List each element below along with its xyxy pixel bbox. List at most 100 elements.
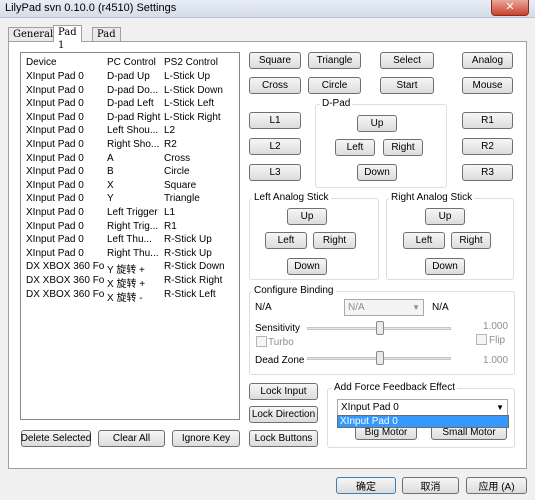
binding-select[interactable]: N/A ▼ — [344, 299, 424, 316]
lock-input-button[interactable]: Lock Input — [249, 383, 318, 400]
row-device: XInput Pad 0 — [26, 152, 84, 164]
right-stick-up-button[interactable]: Up — [425, 208, 465, 225]
dpad-up-button[interactable]: Up — [357, 115, 397, 132]
table-row[interactable]: XInput Pad 0 Left Shou... L2 — [21, 125, 239, 139]
r1-button[interactable]: R1 — [462, 112, 513, 129]
flip-checkbox[interactable] — [476, 334, 487, 345]
table-row[interactable]: XInput Pad 0 Right Thu... R-Stick Up — [21, 248, 239, 262]
binding-source-value: N/A — [255, 302, 272, 313]
turbo-checkbox[interactable] — [256, 336, 267, 347]
row-device: XInput Pad 0 — [26, 193, 84, 205]
left-stick-left-button[interactable]: Left — [265, 232, 307, 249]
l2-button[interactable]: L2 — [249, 138, 301, 155]
l3-button[interactable]: L3 — [249, 164, 301, 181]
title-bar: LilyPad svn 0.10.0 (r4510) Settings ✕ — [0, 0, 535, 18]
apply-button[interactable]: 应用 (A) — [466, 477, 527, 494]
left-stick-right-button[interactable]: Right — [313, 232, 356, 249]
table-row[interactable]: XInput Pad 0 Y Triangle — [21, 193, 239, 207]
clear-all-button[interactable]: Clear All — [98, 430, 165, 447]
sensitivity-slider-thumb[interactable] — [376, 321, 384, 335]
row-pc: D-pad Left — [107, 98, 154, 110]
row-ps2: L-Stick Left — [164, 98, 215, 110]
row-device: XInput Pad 0 — [26, 71, 84, 82]
table-row[interactable]: XInput Pad 0 D-pad Up L-Stick Up — [21, 71, 239, 85]
row-pc: X 旋转 - — [107, 292, 143, 304]
r2-button[interactable]: R2 — [462, 138, 513, 155]
start-button[interactable]: Start — [380, 77, 434, 94]
dpad-down-button[interactable]: Down — [357, 164, 397, 181]
lock-buttons-button[interactable]: Lock Buttons — [249, 430, 318, 447]
table-row[interactable]: DX XBOX 360 Fo...X 旋转 - R-Stick Left — [21, 288, 239, 304]
row-device: DX XBOX 360 Fo... — [26, 288, 104, 300]
row-device: XInput Pad 0 — [26, 179, 84, 191]
force-feedback-title: Add Force Feedback Effect — [332, 382, 457, 393]
close-button[interactable]: ✕ — [491, 0, 529, 16]
column-header-ps2-control[interactable]: PS2 Control — [164, 57, 218, 68]
mouse-button[interactable]: Mouse — [462, 77, 513, 94]
row-pc: D-pad Do... — [107, 84, 159, 96]
row-ps2: R-Stick Left — [164, 288, 216, 300]
row-device: DX XBOX 360 Fo... — [26, 275, 104, 286]
right-stick-left-button[interactable]: Left — [403, 232, 445, 249]
right-stick-right-button[interactable]: Right — [451, 232, 491, 249]
binding-select-value: N/A — [348, 302, 365, 313]
table-row[interactable]: XInput Pad 0 X Square — [21, 180, 239, 194]
row-ps2: Circle — [164, 166, 190, 178]
circle-button[interactable]: Circle — [308, 77, 361, 94]
table-row[interactable]: XInput Pad 0 B Circle — [21, 166, 239, 180]
bindings-list[interactable]: Device PC Control PS2 Control XInput Pad… — [20, 52, 240, 420]
cancel-button[interactable]: 取消 — [402, 477, 459, 494]
window-title: LilyPad svn 0.10.0 (r4510) Settings — [5, 2, 177, 14]
column-header-device[interactable]: Device — [26, 57, 57, 68]
ignore-key-button[interactable]: Ignore Key — [172, 430, 240, 447]
table-row[interactable]: XInput Pad 0 Left Trigger L1 — [21, 207, 239, 221]
left-stick-down-button[interactable]: Down — [287, 258, 327, 275]
table-row[interactable]: XInput Pad 0 D-pad Right L-Stick Right — [21, 112, 239, 126]
row-device: XInput Pad 0 — [26, 207, 84, 218]
triangle-button[interactable]: Triangle — [308, 52, 361, 69]
table-row[interactable]: XInput Pad 0 D-pad Left L-Stick Left — [21, 98, 239, 112]
table-row[interactable]: XInput Pad 0 Left Thu... R-Stick Up — [21, 234, 239, 248]
analog-button[interactable]: Analog — [462, 52, 513, 69]
row-pc: Y — [107, 193, 114, 205]
dpad-right-button[interactable]: Right — [383, 139, 423, 156]
table-row[interactable]: XInput Pad 0 Right Trig... R1 — [21, 221, 239, 235]
square-button[interactable]: Square — [249, 52, 301, 69]
r3-button[interactable]: R3 — [462, 164, 513, 181]
left-analog-stick-title: Left Analog Stick — [252, 192, 331, 203]
row-ps2: L-Stick Up — [164, 71, 211, 82]
dpad-title: D-Pad — [320, 98, 353, 109]
ok-button[interactable]: 确定 — [336, 477, 396, 494]
table-row[interactable]: XInput Pad 0 Right Sho... R2 — [21, 139, 239, 153]
delete-selected-button[interactable]: Delete Selected — [21, 430, 91, 447]
lock-direction-button[interactable]: Lock Direction — [249, 406, 318, 423]
cross-button[interactable]: Cross — [249, 77, 301, 94]
row-pc: D-pad Up — [107, 71, 150, 82]
flip-label: Flip — [489, 335, 506, 346]
dead-zone-slider-thumb[interactable] — [376, 351, 384, 365]
row-ps2: Triangle — [164, 193, 200, 205]
table-row[interactable]: XInput Pad 0 D-pad Do... L-Stick Down — [21, 85, 239, 99]
left-stick-up-button[interactable]: Up — [287, 208, 327, 225]
row-ps2: Square — [164, 179, 197, 191]
row-pc: Right Trig... — [107, 220, 159, 232]
tab-pad-1[interactable]: Pad 1 — [53, 25, 82, 51]
column-header-pc-control[interactable]: PC Control — [107, 57, 156, 68]
dpad-left-button[interactable]: Left — [335, 139, 375, 156]
right-stick-down-button[interactable]: Down — [425, 258, 465, 275]
select-button[interactable]: Select — [380, 52, 434, 69]
force-feedback-device-select[interactable]: XInput Pad 0 ▼ — [337, 399, 508, 416]
chevron-down-icon: ▼ — [412, 303, 420, 312]
row-ps2: Cross — [164, 152, 191, 164]
table-row[interactable]: XInput Pad 0 A Cross — [21, 153, 239, 167]
table-row[interactable]: DX XBOX 360 Fo...Y 旋转 +R-Stick Down — [21, 261, 239, 276]
row-device: XInput Pad 0 — [26, 166, 84, 178]
row-device: XInput Pad 0 — [26, 234, 84, 246]
row-ps2: R-Stick Up — [164, 234, 212, 246]
l1-button[interactable]: L1 — [249, 112, 301, 129]
tab-general[interactable]: General — [8, 27, 59, 41]
dropdown-option[interactable]: XInput Pad 0 — [338, 416, 508, 427]
table-row[interactable]: DX XBOX 360 Fo...X 旋转 +R-Stick Right — [21, 275, 239, 290]
row-pc: B — [107, 166, 114, 178]
tab-pad-2[interactable]: Pad 2 — [92, 27, 121, 53]
